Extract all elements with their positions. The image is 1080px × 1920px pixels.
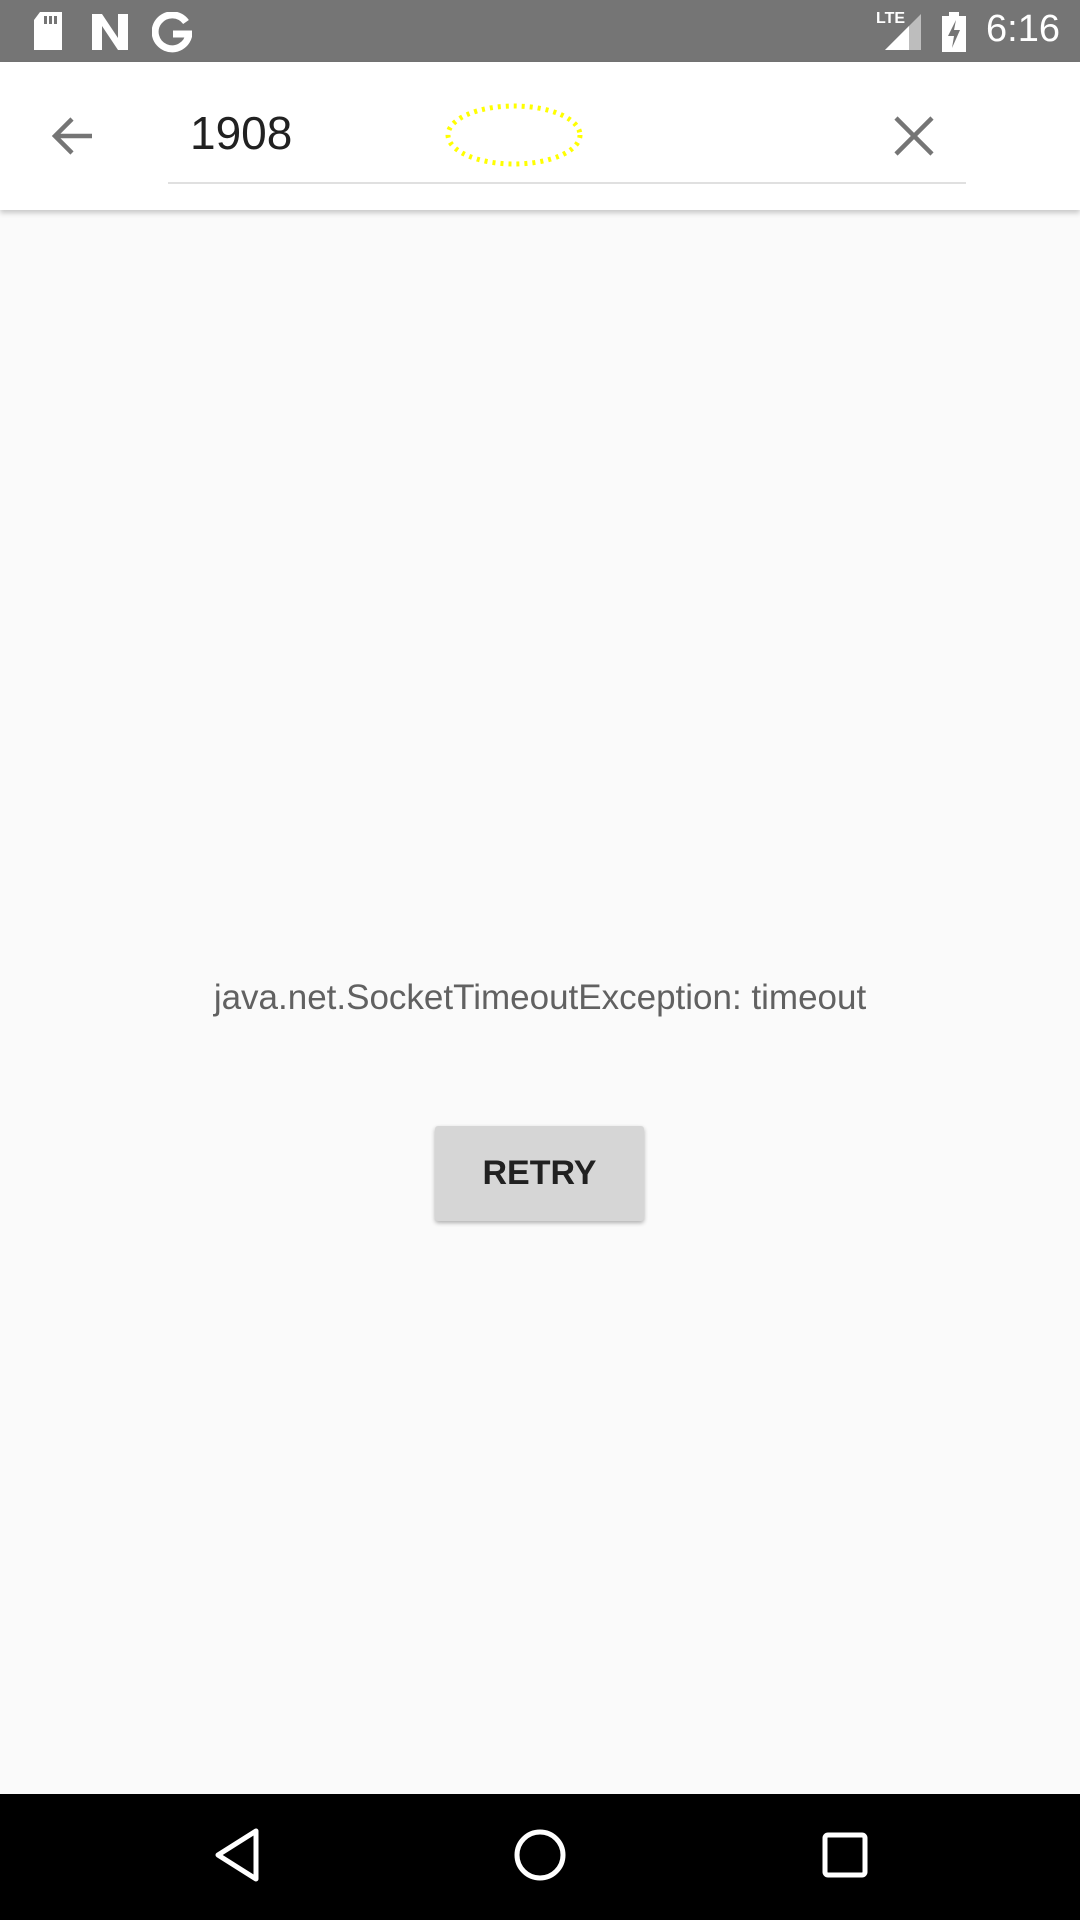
battery-charging-icon [942,12,966,52]
search-input[interactable]: 1908 [190,106,292,160]
error-message: java.net.SocketTimeoutException: timeout [213,978,867,1017]
back-nav-icon[interactable] [212,1827,262,1883]
recents-nav-icon[interactable] [820,1827,870,1883]
google-icon [152,12,192,53]
navigation-bar [0,1794,1080,1920]
signal-icon [885,14,921,50]
n-icon [92,14,128,50]
sd-card-icon [34,12,62,50]
search-underline [168,182,966,184]
search-toolbar: 1908 [0,62,1080,210]
loading-indicator [445,103,583,167]
status-bar: LTE 6:16 [0,0,1080,62]
retry-button[interactable]: RETRY [435,1126,644,1221]
back-arrow-icon[interactable] [48,112,98,162]
clear-icon[interactable] [893,115,935,157]
clock: 6:16 [986,8,1060,50]
home-nav-icon[interactable] [512,1827,568,1883]
